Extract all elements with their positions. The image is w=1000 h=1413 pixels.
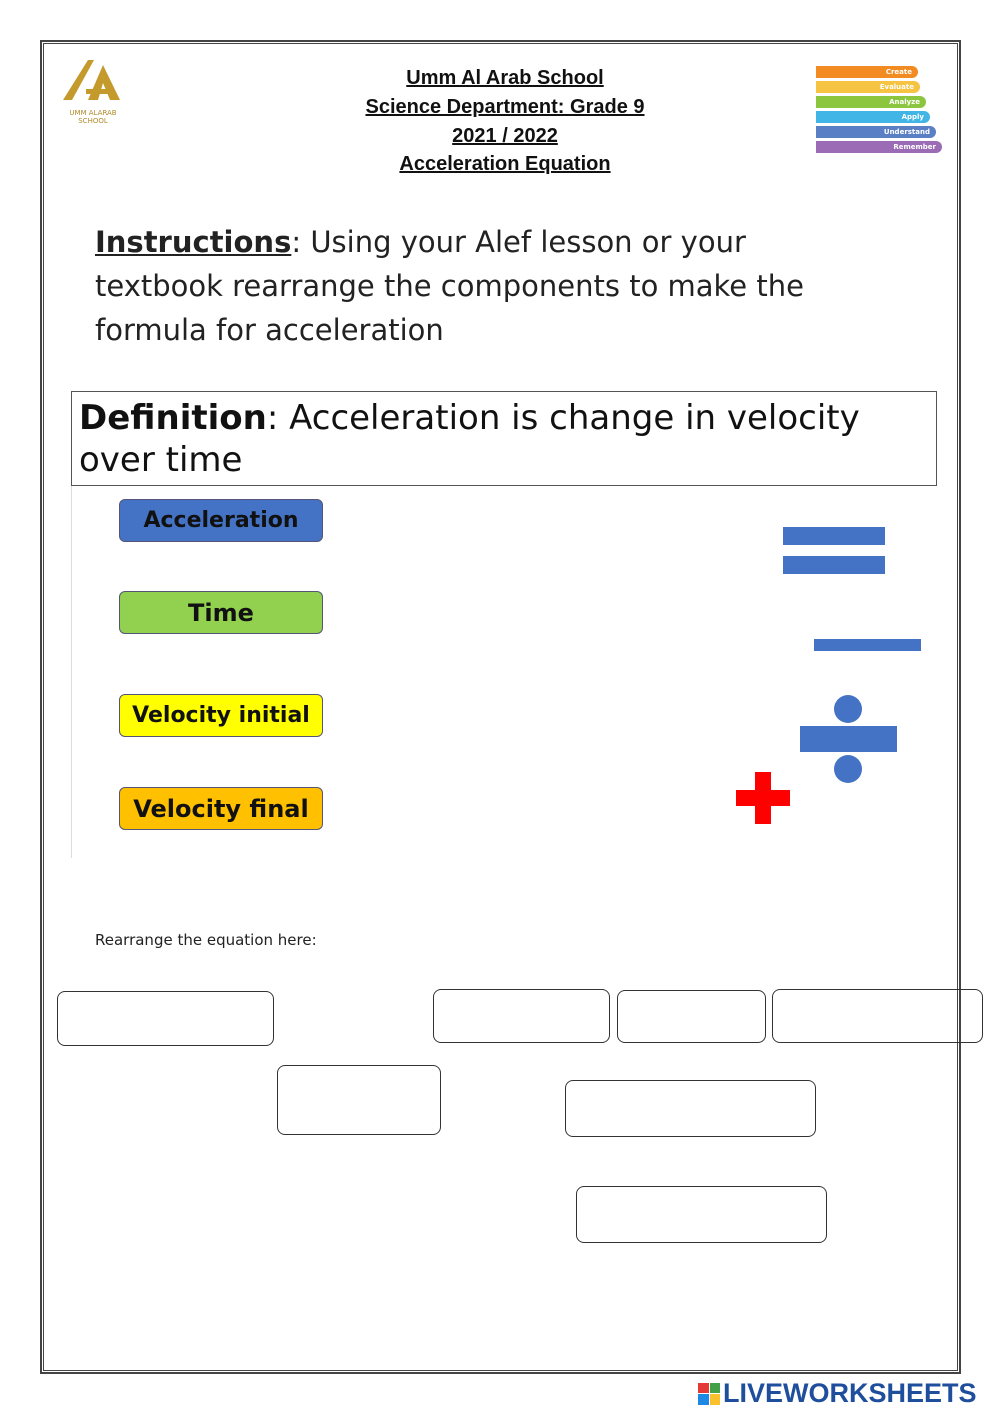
bloom-analyze: Analyze xyxy=(816,96,926,108)
liveworksheets-text: LIVEWORKSHEETS xyxy=(723,1378,977,1408)
chip-acceleration[interactable]: Acceleration xyxy=(119,499,323,542)
instructions-label: Instructions xyxy=(95,225,292,259)
bloom-remember: Remember xyxy=(816,141,942,153)
rearrange-label: Rearrange the equation here: xyxy=(95,931,317,949)
liveworksheets-icon xyxy=(698,1382,720,1405)
bloom-understand: Understand xyxy=(816,126,936,138)
department: Science Department: Grade 9 xyxy=(365,96,645,118)
bloom-create: Create xyxy=(816,66,918,78)
divider xyxy=(71,486,72,858)
answer-slot[interactable] xyxy=(565,1080,816,1137)
liveworksheets-logo: LIVEWORKSHEETS xyxy=(698,1378,977,1409)
logo-text: UMM ALARAB SCHOOL xyxy=(69,109,117,125)
topic: Acceleration Equation xyxy=(399,153,611,175)
equals-symbol[interactable] xyxy=(783,527,885,575)
year: 2021 / 2022 xyxy=(452,125,558,147)
definition-label: Definition xyxy=(79,398,267,438)
answer-slot[interactable] xyxy=(772,989,983,1043)
chip-velocity-initial[interactable]: Velocity initial xyxy=(119,694,323,737)
plus-symbol[interactable] xyxy=(736,772,790,824)
chip-velocity-final[interactable]: Velocity final xyxy=(119,787,323,830)
minus-symbol[interactable] xyxy=(814,639,921,651)
bloom-apply: Apply xyxy=(816,111,930,123)
chip-time[interactable]: Time xyxy=(119,591,323,634)
instructions: Instructions: Using your Alef lesson or … xyxy=(95,220,855,352)
answer-slot[interactable] xyxy=(576,1186,827,1243)
divide-symbol[interactable] xyxy=(800,695,897,783)
definition-box: Definition: Acceleration is change in ve… xyxy=(71,391,937,486)
answer-slot[interactable] xyxy=(277,1065,441,1135)
answer-slot[interactable] xyxy=(617,990,766,1043)
answer-slot[interactable] xyxy=(433,989,610,1043)
bloom-evaluate: Evaluate xyxy=(816,81,920,93)
blooms-taxonomy-image: Create Evaluate Analyze Apply Understand… xyxy=(816,66,942,156)
answer-slot[interactable] xyxy=(57,991,274,1046)
school-name: Umm Al Arab School xyxy=(406,67,604,89)
school-logo: UMM ALARAB SCHOOL xyxy=(58,55,128,125)
